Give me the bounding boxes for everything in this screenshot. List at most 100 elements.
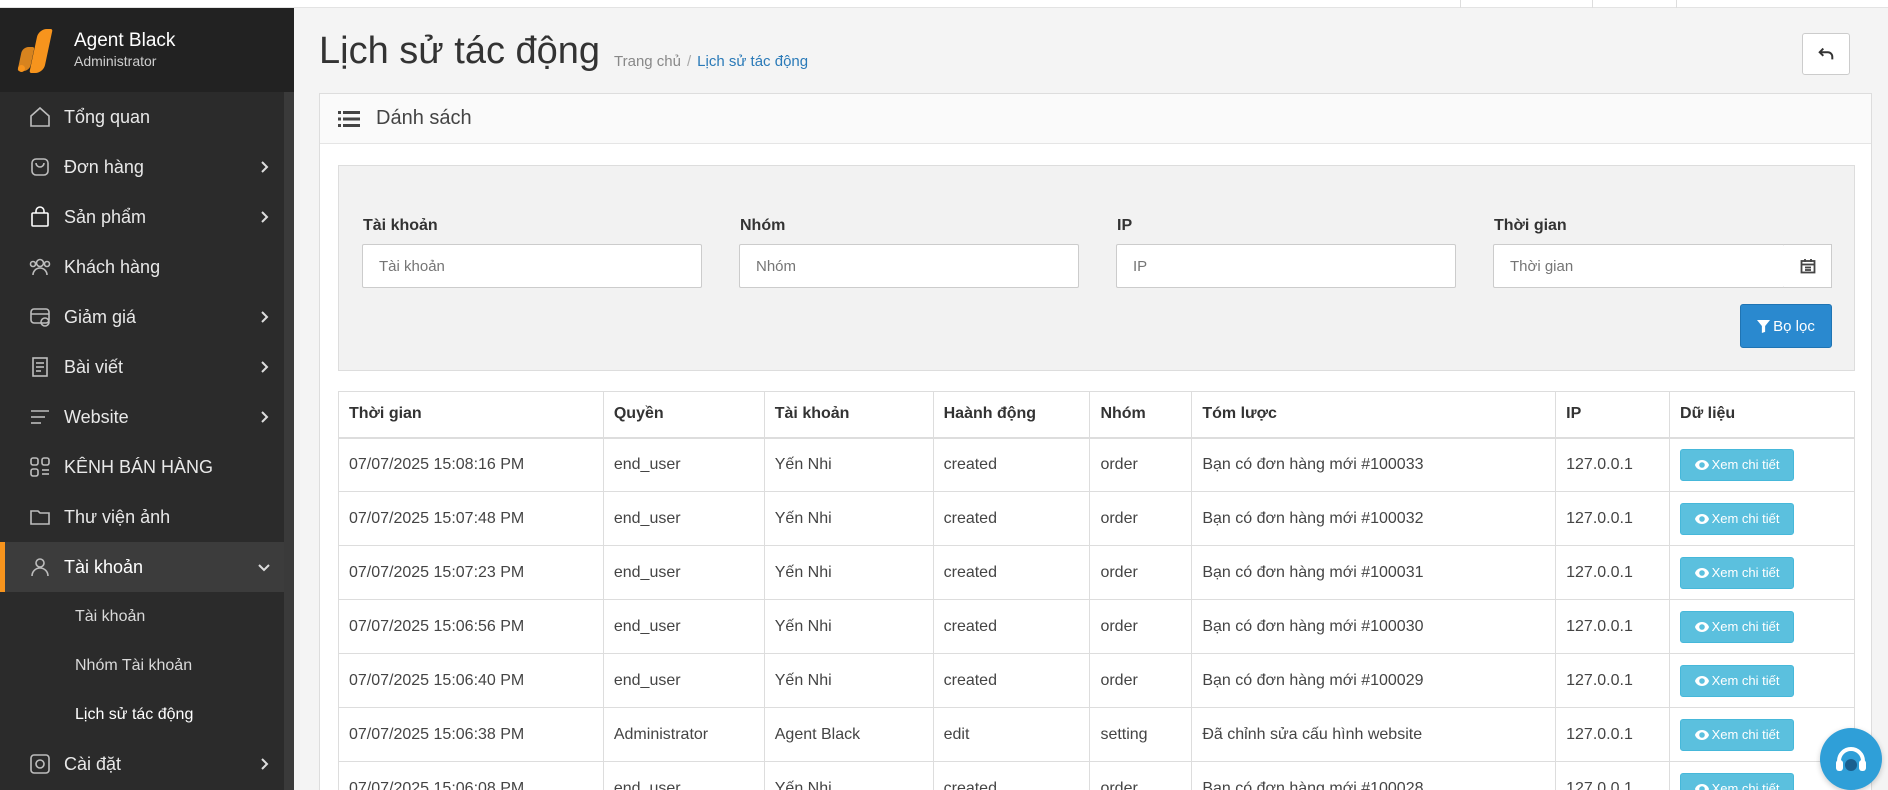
time-filter-input[interactable] bbox=[1510, 245, 1784, 287]
table-cell: 127.0.0.1 bbox=[1555, 437, 1671, 492]
table-cell: Bạn có đơn hàng mới #100031 bbox=[1191, 545, 1557, 600]
page-header: Lịch sử tác động Trang chủ / Lịch sử tác đ… bbox=[294, 8, 1888, 82]
view-detail-button[interactable]: Xem chi tiết bbox=[1680, 448, 1795, 481]
submenu-item[interactable]: Nhóm Tài khoản bbox=[0, 641, 294, 690]
column-header[interactable]: Nhóm bbox=[1089, 391, 1193, 439]
column-header[interactable]: IP bbox=[1555, 391, 1671, 439]
user-role: Administrator bbox=[74, 53, 157, 69]
sidebar-item[interactable]: Sản phẩm bbox=[0, 192, 294, 242]
account-submenu: Tài khoản Nhóm Tài khoản Lịch sử tác động bbox=[0, 592, 294, 739]
submenu-item[interactable]: Lịch sử tác động bbox=[0, 690, 294, 739]
table-cell: Yến Nhi bbox=[763, 761, 934, 790]
view-detail-label: Xem chi tiết bbox=[1711, 565, 1780, 580]
sidebar-item-label: Tài khoản bbox=[64, 556, 144, 577]
view-detail-label: Xem chi tiết bbox=[1711, 781, 1780, 790]
view-detail-button[interactable]: Xem chi tiết bbox=[1680, 556, 1795, 589]
sidebar-item[interactable]: KÊNH BÁN HÀNG bbox=[0, 442, 294, 492]
breadcrumb-home[interactable]: Trang chủ bbox=[614, 53, 681, 70]
group-filter-label: Nhóm bbox=[740, 217, 786, 234]
table-cell: order bbox=[1089, 437, 1193, 492]
sidebar-item[interactable]: Bài viết bbox=[0, 342, 294, 392]
table-cell: Agent Black bbox=[763, 707, 934, 762]
column-header[interactable]: Haành động bbox=[932, 391, 1091, 439]
table-cell: Yến Nhi bbox=[763, 491, 934, 546]
sidebar-item[interactable]: Giảm giá bbox=[0, 292, 294, 342]
chat-support-button[interactable] bbox=[1820, 728, 1882, 790]
sidebar-item[interactable]: Thư viện ảnh bbox=[0, 492, 294, 542]
home-icon bbox=[26, 103, 54, 131]
eye-icon bbox=[1694, 621, 1709, 632]
brand-logo bbox=[17, 27, 58, 73]
sidebar-item[interactable]: Đơn hàng bbox=[0, 142, 294, 192]
view-detail-label: Xem chi tiết bbox=[1711, 673, 1780, 688]
submenu-item[interactable]: Tài khoản bbox=[0, 592, 294, 641]
sidebar-menu: Tổng quan Đơn hàng Sản phẩm Khách hàng Giảm … bbox=[0, 92, 294, 789]
settings-icon bbox=[26, 750, 54, 778]
column-header[interactable]: Thời gian bbox=[338, 391, 604, 439]
chevron-right-icon bbox=[256, 756, 272, 772]
ip-filter-input[interactable] bbox=[1133, 245, 1455, 287]
table-cell: setting bbox=[1089, 707, 1193, 762]
column-header[interactable]: Dữ liệu bbox=[1669, 391, 1855, 439]
view-detail-label: Xem chi tiết bbox=[1711, 511, 1780, 526]
view-detail-button[interactable]: Xem chi tiết bbox=[1680, 502, 1795, 535]
sidebar-item-label: Thư viện ảnh bbox=[64, 506, 171, 527]
table-cell: edit bbox=[932, 707, 1091, 762]
chevron-right-icon bbox=[256, 209, 272, 225]
table-cell: 07/07/2025 15:06:56 PM bbox=[338, 599, 604, 654]
group-filter-input[interactable] bbox=[756, 245, 1078, 287]
sidebar-item[interactable]: Tổng quan bbox=[0, 92, 294, 142]
panel-title: Dánh sách bbox=[376, 107, 472, 129]
ip-filter-field[interactable] bbox=[1116, 244, 1456, 288]
back-button[interactable] bbox=[1802, 33, 1850, 75]
sidebar-scrollbar[interactable] bbox=[284, 92, 294, 790]
sidebar-item-label: Cài đặt bbox=[64, 753, 122, 774]
column-header[interactable]: Tóm lược bbox=[1191, 391, 1557, 439]
view-detail-button[interactable]: Xem chi tiết bbox=[1680, 664, 1795, 697]
bag-icon bbox=[26, 153, 54, 181]
document-icon bbox=[26, 353, 54, 381]
ip-filter-label: IP bbox=[1117, 217, 1133, 234]
sidebar-item[interactable]: Khách hàng bbox=[0, 242, 294, 292]
headset-icon bbox=[1836, 747, 1866, 771]
table-cell: 127.0.0.1 bbox=[1555, 599, 1671, 654]
table-cell: Bạn có đơn hàng mới #100033 bbox=[1191, 437, 1557, 492]
view-detail-button[interactable]: Xem chi tiết bbox=[1680, 772, 1795, 790]
sidebar-item[interactable]: Website bbox=[0, 392, 294, 442]
column-header[interactable]: Quyền bbox=[602, 391, 765, 439]
view-detail-button[interactable]: Xem chi tiết bbox=[1680, 718, 1795, 751]
table-row: 07/07/2025 15:07:23 PM end_user Yến Nhi cre… bbox=[338, 545, 1855, 600]
column-header[interactable]: Tài khoản bbox=[763, 391, 934, 439]
table-cell: Bạn có đơn hàng mới #100028 bbox=[1191, 761, 1557, 790]
table-row: 07/07/2025 15:06:40 PM end_user Yến Nhi cre… bbox=[338, 653, 1855, 708]
undo-arrow-icon bbox=[1818, 47, 1834, 60]
eye-icon bbox=[1694, 513, 1709, 524]
breadcrumb-current[interactable]: Lịch sử tác động bbox=[697, 53, 808, 70]
filter-button[interactable]: Bọ lọc bbox=[1740, 304, 1832, 348]
filter-button-label: Bọ lọc bbox=[1773, 317, 1815, 335]
table-cell: Administrator bbox=[602, 707, 765, 762]
table-cell: 07/07/2025 15:07:23 PM bbox=[338, 545, 604, 600]
sidebar-item[interactable]: Cài đặt bbox=[0, 739, 294, 789]
view-detail-button[interactable]: Xem chi tiết bbox=[1680, 610, 1795, 643]
list-icon bbox=[338, 110, 360, 127]
calendar-button[interactable] bbox=[1784, 244, 1832, 288]
table-cell: created bbox=[932, 653, 1091, 708]
users-icon bbox=[26, 253, 54, 281]
shopping-bag-icon bbox=[26, 203, 54, 231]
group-filter-field[interactable] bbox=[739, 244, 1079, 288]
account-filter-input[interactable] bbox=[379, 245, 701, 287]
calendar-icon bbox=[1800, 259, 1815, 274]
panel-header: Dánh sách bbox=[320, 94, 1871, 144]
breadcrumb: Trang chủ / Lịch sử tác động bbox=[614, 53, 808, 70]
time-filter-field[interactable] bbox=[1493, 244, 1785, 288]
table-cell: end_user bbox=[602, 653, 765, 708]
chevron-right-icon bbox=[256, 309, 272, 325]
table-cell: created bbox=[932, 437, 1091, 492]
table-cell: 127.0.0.1 bbox=[1555, 707, 1671, 762]
table-cell: Xem chi tiết bbox=[1669, 437, 1855, 492]
sidebar-item[interactable]: Tài khoản bbox=[0, 542, 294, 592]
account-filter-field[interactable] bbox=[362, 244, 702, 288]
eye-icon bbox=[1694, 567, 1709, 578]
folder-icon bbox=[26, 503, 54, 531]
